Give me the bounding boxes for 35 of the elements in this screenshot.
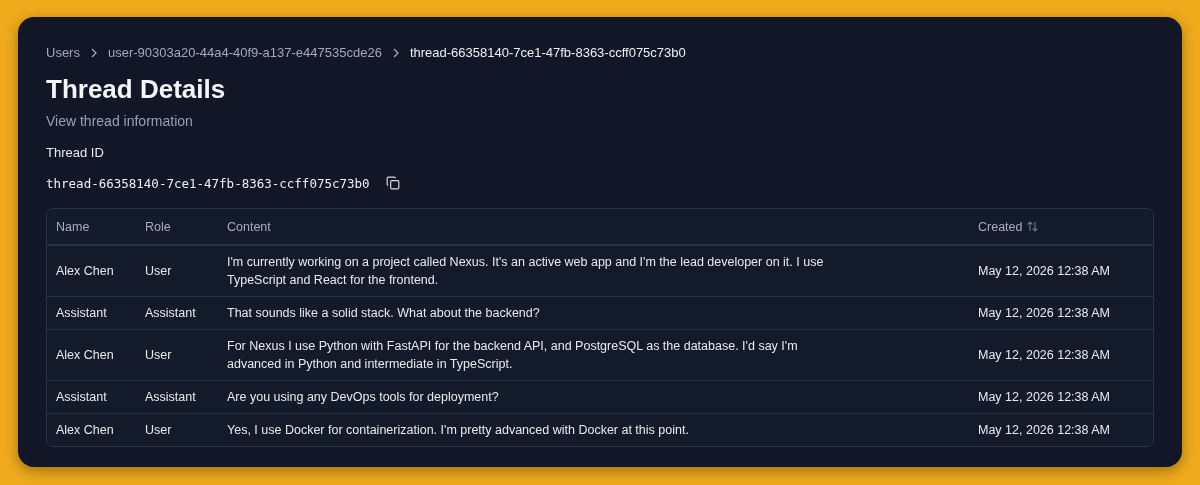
page-subtitle: View thread information — [46, 113, 194, 129]
table-cell: Are you using any DevOps tools for deployment? — [218, 380, 969, 413]
table-cell: Assistant — [47, 296, 136, 329]
table-cell: Alex Chen — [47, 329, 136, 380]
breadcrumb-link[interactable]: thread-66358140-7ce1-47fb-8363-ccff075c73b0 — [409, 45, 686, 60]
field-label: Thread ID — [46, 145, 105, 160]
thread-id: thread-66358140-7ce1-47fb-8363-ccff075c73b0 — [46, 175, 370, 191]
table-cell: May 12, 2026 12:38 AM — [969, 245, 1153, 296]
table-cell: Assistant — [47, 380, 136, 413]
sort-icon — [1026, 219, 1040, 233]
table-cell: User — [136, 245, 218, 296]
column-header[interactable]: Created — [969, 209, 1153, 245]
page-title: Thread Details — [46, 74, 227, 105]
table-cell: Yes, I use Docker for containerization. I'm pretty advanced with Docker at this point. — [218, 413, 969, 446]
table-cell: User — [136, 329, 218, 380]
table-cell: May 12, 2026 12:38 AM — [969, 329, 1153, 380]
chevron-right-icon — [391, 47, 400, 58]
breadcrumb-link[interactable]: user-90303a20-44a4-40f9-a137-e447535cde26 — [107, 45, 382, 60]
table-cell: For Nexus I use Python with FastAPI for the backend API, and PostgreSQL as the database. I'd say I'm advanced in Python and intermediate in TypeScript. — [218, 329, 969, 380]
table-cell: Alex Chen — [47, 245, 136, 296]
table-cell: User — [136, 413, 218, 446]
table-cell: May 12, 2026 12:38 AM — [969, 380, 1153, 413]
column-header: Role — [136, 209, 218, 245]
breadcrumb-link[interactable]: Users — [46, 45, 80, 60]
table-cell: Assistant — [136, 380, 218, 413]
copy-icon — [385, 176, 400, 190]
chevron-right-icon — [89, 47, 98, 58]
table-cell: I'm currently working on a project called Nexus. It's an active web app and I'm the lead developer on it. I use TypeScript and React for the frontend. — [218, 245, 969, 296]
table-cell: That sounds like a solid stack. What about the backend? — [218, 296, 969, 329]
table-cell: Assistant — [136, 296, 218, 329]
table-cell: Alex Chen — [47, 413, 136, 446]
column-header: Content — [218, 209, 969, 245]
table-cell: May 12, 2026 12:38 AM — [969, 296, 1153, 329]
column-header: Name — [47, 209, 136, 245]
table-cell: May 12, 2026 12:38 AM — [969, 413, 1153, 446]
